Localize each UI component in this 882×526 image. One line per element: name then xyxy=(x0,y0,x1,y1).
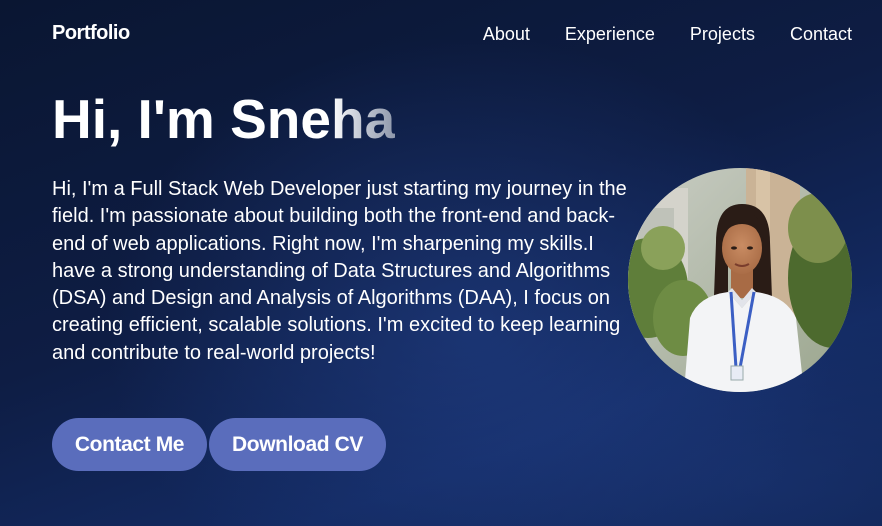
brand-logo[interactable]: Portfolio xyxy=(52,22,130,45)
hero-title-main: Hi, I'm Sne xyxy=(52,88,331,150)
profile-photo xyxy=(628,168,852,392)
profile-photo-illustration xyxy=(628,168,852,392)
nav-about[interactable]: About xyxy=(483,24,530,45)
top-nav: About Experience Projects Contact xyxy=(483,24,852,45)
hero-title-fade: ha xyxy=(330,88,396,150)
download-cv-button[interactable]: Download CV xyxy=(209,418,386,471)
hero-actions: Contact Me Download CV xyxy=(52,418,386,471)
intro-paragraph: Hi, I'm a Full Stack Web Developer just … xyxy=(52,178,627,364)
contact-me-button[interactable]: Contact Me xyxy=(52,418,207,471)
nav-experience[interactable]: Experience xyxy=(565,24,655,45)
nav-contact[interactable]: Contact xyxy=(790,24,852,45)
nav-projects[interactable]: Projects xyxy=(690,24,755,45)
hero-title: Hi, I'm Sneha xyxy=(52,86,395,152)
